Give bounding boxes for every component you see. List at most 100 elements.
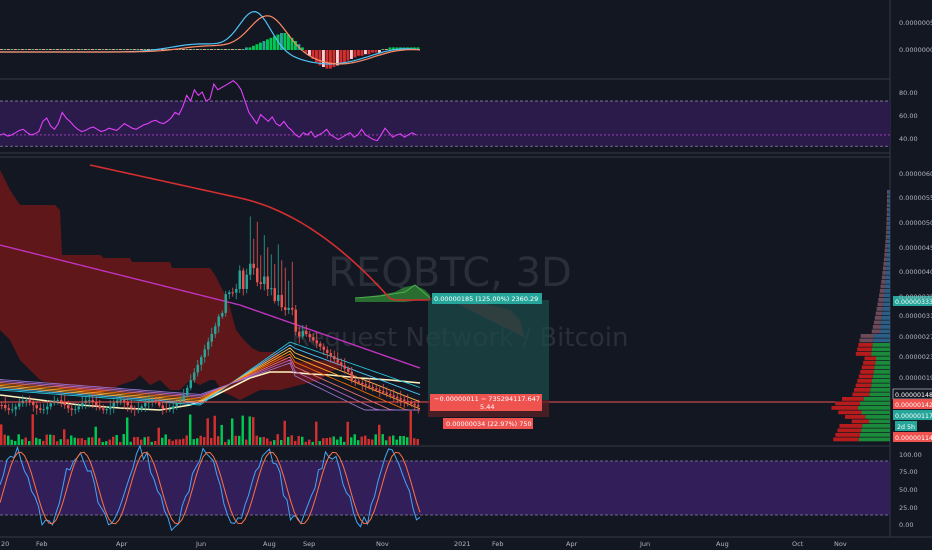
candle-body — [186, 387, 189, 396]
candle-body — [102, 408, 105, 410]
macd-signal-line — [0, 15, 421, 65]
candle-body — [291, 307, 294, 310]
macd-histogram-bar — [31, 49, 35, 50]
macd-histogram-bar — [189, 49, 192, 50]
position-center-label-2: 5.44 — [480, 403, 494, 411]
stoch-rsi-panel[interactable] — [0, 444, 890, 532]
volume-bar — [255, 435, 258, 445]
volume-bar — [161, 437, 164, 445]
candle-body — [200, 357, 203, 365]
candle-body — [350, 371, 353, 380]
candle-body — [207, 341, 210, 350]
candle-body — [249, 263, 252, 275]
candle-body — [319, 343, 322, 347]
volume-bar — [94, 426, 97, 445]
candle-body — [210, 334, 213, 342]
volume-profile-bar-up — [861, 428, 890, 433]
volume-bar — [63, 429, 66, 445]
volume-profile-bar-up — [882, 307, 890, 311]
volume-bar — [105, 441, 108, 445]
volume-profile-bar-down — [884, 248, 888, 253]
volume-profile-bar-up — [875, 361, 890, 365]
candle-body — [0, 405, 3, 406]
candle-body — [396, 396, 399, 399]
candle-body — [389, 394, 392, 396]
macd-histogram-bar — [329, 50, 332, 69]
volume-bar — [199, 435, 202, 445]
volume-bar — [136, 436, 139, 445]
volume-profile-bar-up — [873, 370, 890, 374]
volume-profile-bar-up — [888, 199, 890, 203]
candle-body — [305, 330, 308, 335]
position-stop-label: 0.00000034 (22.97%) 750 — [446, 420, 532, 428]
candle-body — [14, 406, 17, 410]
volume-bar — [297, 436, 300, 445]
price-axis-label: 0.00000450 — [899, 244, 932, 252]
volume-profile-bar-down — [883, 262, 887, 266]
volume-bar — [241, 415, 244, 445]
volume-profile-bar-up — [880, 325, 890, 329]
volume-profile-bar-down — [879, 289, 885, 293]
volume-bar — [406, 437, 409, 445]
volume-bar — [318, 441, 321, 445]
stoch-band — [0, 461, 890, 515]
price-panel[interactable]: REQBTC, 3DRequest Network / Bitcoin0.000… — [0, 164, 932, 445]
volume-bar — [252, 417, 255, 445]
volume-profile-bar-down — [887, 190, 889, 194]
volume-profile-bar-up — [861, 410, 890, 415]
volume-profile-bar-down — [835, 433, 860, 437]
volume-bar — [259, 437, 262, 445]
candle-body — [368, 385, 371, 387]
volume-profile-bar-up — [870, 388, 890, 392]
candle-body — [67, 405, 70, 409]
candle-body — [175, 402, 178, 407]
macd-histogram-bar — [119, 49, 122, 50]
volume-bar — [147, 436, 150, 445]
volume-bar — [280, 440, 283, 445]
candle-body — [193, 372, 196, 381]
volume-bar — [38, 438, 41, 445]
volume-profile-bar-up — [872, 374, 890, 379]
tradingview-chart[interactable]: 0.00000050 0.00000000 80.00 60.00 40.00 REQBT… — [0, 0, 932, 550]
rsi-panel[interactable] — [0, 80, 890, 147]
macd-histogram-bar — [10, 49, 14, 50]
candle-body — [270, 288, 273, 290]
macd-histogram-bar — [35, 49, 38, 50]
candle-body — [214, 326, 217, 334]
candle-body — [354, 380, 357, 382]
macd-histogram-bar — [112, 49, 115, 50]
volume-profile-bar-down — [880, 284, 885, 289]
macd-histogram-bar — [63, 49, 66, 50]
macd-histogram-bar — [374, 50, 378, 53]
volume-profile-bar-up — [888, 212, 890, 217]
macd-histogram-bar — [220, 49, 224, 50]
volume-profile-bar-up — [888, 221, 890, 226]
volume-bar — [339, 436, 342, 445]
volume-profile-bar-down — [852, 392, 870, 397]
candle-body — [364, 384, 367, 386]
volume-bar — [311, 441, 314, 445]
volume-profile-bar-down — [886, 203, 889, 208]
volume-bar — [357, 440, 360, 445]
volume-profile-bar-down — [855, 383, 872, 388]
macd-histogram-bar — [140, 49, 143, 50]
volume-bar — [315, 421, 318, 445]
candle-body — [403, 399, 406, 401]
time-axis-label: Apr — [566, 540, 578, 548]
time-axis-label: Jun — [639, 540, 650, 548]
macd-histogram-bar — [353, 50, 357, 58]
volume-profile-bar-down — [886, 208, 889, 212]
macd-histogram-bar — [126, 49, 129, 50]
candle-body — [49, 403, 52, 407]
macd-panel[interactable] — [0, 10, 421, 69]
time-axis-label: Feb — [36, 540, 48, 548]
time-axis-label: Nov — [376, 540, 389, 548]
volume-bar — [213, 415, 216, 445]
volume-profile-bar-up — [883, 302, 890, 307]
candle-body — [144, 402, 147, 407]
candle-body — [158, 402, 161, 406]
candle-body — [252, 263, 255, 269]
volume-profile-bar-down — [875, 311, 883, 316]
position-profit-zone[interactable] — [428, 300, 549, 400]
volume-profile-bar-up — [879, 329, 890, 334]
